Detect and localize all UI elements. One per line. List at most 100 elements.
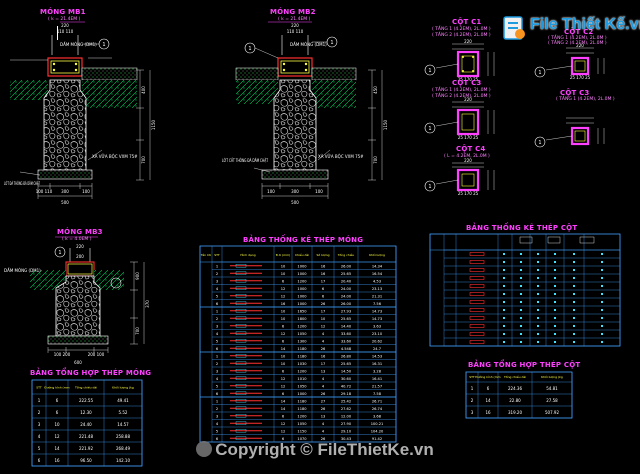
mb2-dim-b2: 300	[291, 189, 299, 194]
svg-text:4: 4	[322, 429, 325, 433]
svg-text:29.18: 29.18	[341, 392, 352, 396]
svg-text:13: 13	[321, 414, 326, 418]
svg-text:30.60: 30.60	[341, 377, 352, 381]
svg-text:14.34: 14.34	[372, 264, 383, 268]
mb1-dim-top: 220	[61, 23, 69, 28]
svg-text:14.73: 14.73	[372, 317, 382, 321]
summary-header-3: Khối lượng (kg	[112, 386, 134, 390]
svg-text:17: 17	[321, 309, 326, 313]
mb2-subtitle: ( k = 21.4EM )	[278, 17, 311, 22]
svg-text:3: 3	[471, 410, 474, 415]
summary-header-1: Đường kính (mm	[44, 386, 69, 390]
summary-foundation-title: BẢNG TỔNG HỢP THÉP MÓNG	[30, 369, 152, 377]
c4-sub1: ( L = 4.2EM, 2L.0M )	[444, 154, 490, 159]
svg-text:14.50: 14.50	[341, 369, 352, 373]
c4-title: CỘT C4	[456, 145, 486, 153]
svg-text:27.58: 27.58	[546, 398, 558, 403]
svg-text:1200: 1200	[297, 279, 307, 283]
mb2-dim-top2: 110 110	[287, 29, 304, 34]
mb1-dim-s2: 1150	[151, 119, 156, 130]
mb2-dim-s2: 1150	[383, 119, 388, 130]
summary-header-2: Tổng chiều dài	[74, 385, 97, 390]
mb3-dim-top: 220	[76, 244, 84, 249]
svg-text:33.60: 33.60	[341, 332, 352, 336]
svg-text:4: 4	[322, 332, 325, 336]
mb2-label-va: XÀ VỮA BỘC VXM 75#	[318, 154, 364, 159]
callout-7: 1	[428, 126, 431, 132]
svg-text:6: 6	[38, 458, 41, 463]
svg-text:26: 26	[321, 302, 326, 306]
mong-row: 6 16 1000 26 26.00 7.56	[216, 302, 382, 306]
svg-text:4: 4	[322, 377, 325, 381]
svg-text:33.60: 33.60	[341, 339, 352, 343]
mong-row: 1 10 1650 17 27.93 14.73	[216, 309, 382, 313]
c3-title: CỘT C3	[452, 79, 482, 87]
svg-text:23.10: 23.10	[372, 332, 383, 336]
svg-text:16: 16	[321, 264, 326, 268]
svg-text:6: 6	[56, 410, 59, 415]
svg-text:21.57: 21.57	[372, 384, 382, 388]
svg-text:12: 12	[281, 377, 286, 381]
mb1-dim-top2: 110 110	[57, 29, 74, 34]
svg-text:1180: 1180	[297, 399, 307, 403]
c4-dim-b: 25 170 25	[458, 191, 479, 196]
steel-column-table-title: BẢNG THỐNG KÊ THÉP CỘT	[466, 224, 578, 232]
svg-text:24.00: 24.00	[341, 287, 352, 291]
svg-text:1050: 1050	[297, 422, 307, 426]
summary-column-table: STT Đường kính (mm Tổng chiều dài Khối lượn…	[465, 371, 573, 419]
mb1-dim-b1: 100 110	[36, 189, 53, 194]
svg-text:10: 10	[321, 317, 326, 321]
foundation-mb1-section	[10, 21, 151, 199]
mb3-dim-s3: 700	[135, 327, 140, 335]
svg-text:1: 1	[471, 386, 474, 391]
mong-row: 1 14 1180 27 25.42 26.71	[216, 399, 382, 403]
svg-text:12: 12	[321, 324, 326, 328]
mong-header-2: Hình dạng	[240, 253, 255, 257]
callout-5: 1	[428, 68, 431, 74]
svg-text:222.55: 222.55	[79, 398, 93, 403]
svg-text:4: 4	[216, 377, 219, 381]
summary-row: 1 6 222.55 49.41	[38, 398, 129, 403]
svg-text:2: 2	[216, 407, 218, 411]
svg-text:3.68: 3.68	[373, 414, 382, 418]
svg-text:6: 6	[216, 302, 219, 306]
svg-text:5.52: 5.52	[119, 410, 128, 415]
svg-text:2: 2	[38, 410, 41, 415]
svg-text:268.49: 268.49	[116, 446, 130, 451]
svg-text:12.00: 12.00	[341, 414, 352, 418]
mb2-label-dam: DẦM MÓNG (DM1)	[290, 42, 327, 47]
svg-text:6: 6	[282, 392, 285, 396]
svg-text:1: 1	[216, 399, 218, 403]
brand-logo[interactable]: File Thiết Kế.vn	[500, 14, 640, 44]
svg-text:10: 10	[54, 422, 60, 427]
svg-text:16: 16	[321, 272, 326, 276]
svg-text:26.00: 26.00	[341, 264, 352, 268]
svg-text:1200: 1200	[297, 414, 307, 418]
svg-text:6: 6	[322, 294, 325, 298]
summary-foundation-table: STT Đường kính (mm Tổng chiều dài Khối lượn…	[31, 379, 143, 467]
svg-text:25.65: 25.65	[341, 362, 351, 366]
c3-sub1: ( TẦNG 1 (4.2EM), 2L.0M )	[432, 88, 491, 93]
svg-text:14: 14	[281, 399, 286, 403]
svg-text:16: 16	[321, 354, 326, 358]
summary-header-0: STT	[36, 386, 42, 390]
svg-text:6: 6	[322, 287, 325, 291]
c1-title: CỘT C1	[452, 18, 482, 26]
mb3-dim-s2: 370	[145, 300, 150, 308]
svg-text:2: 2	[216, 362, 218, 366]
svg-text:6: 6	[56, 398, 59, 403]
mong-row: 3 6 1200 13 14.50 3.28	[216, 369, 382, 373]
svg-text:27.90: 27.90	[341, 422, 352, 426]
svg-text:1: 1	[216, 309, 218, 313]
callout-1: 1	[102, 42, 105, 48]
mong-header-3: Đ.K (mm)	[276, 253, 290, 257]
svg-text:2: 2	[216, 317, 218, 321]
svg-text:4.53: 4.53	[373, 279, 381, 283]
mong-row: 6 14 1180 26 4.548 24.7	[216, 347, 381, 351]
svg-text:6: 6	[487, 386, 490, 391]
svg-text:1200: 1200	[297, 324, 307, 328]
mong-row: 3 6 1200 17 20.40 4.53	[216, 279, 381, 283]
svg-text:14: 14	[281, 407, 286, 411]
svg-text:26: 26	[321, 392, 326, 396]
copyright-circle-icon	[196, 441, 213, 457]
